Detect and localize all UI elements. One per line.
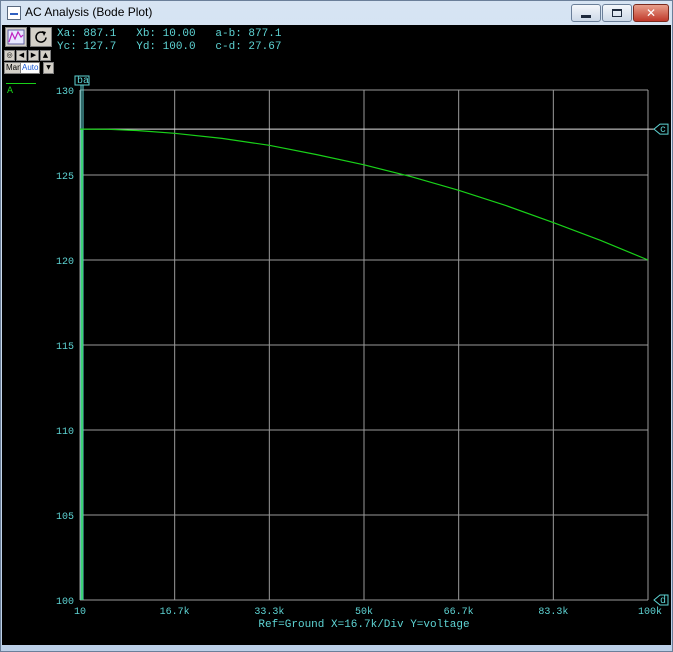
title-bar[interactable]: AC Analysis (Bode Plot) ✕ xyxy=(1,1,672,25)
app-icon xyxy=(7,6,21,20)
x-tick-label: 83.3k xyxy=(538,606,568,618)
cursor-d-label: d xyxy=(660,595,666,607)
x-tick-label: 10 xyxy=(74,607,86,618)
x-tick-label: 50k xyxy=(355,606,373,618)
y-tick-label: 100 xyxy=(56,597,74,608)
close-button[interactable]: ✕ xyxy=(633,4,669,22)
y-tick-label: 130 xyxy=(56,87,74,98)
plot-client-area: ◎ ◀ ▶ ▲ Man Auto ▼ Xa: 887.1 Xb: 10.00 a… xyxy=(2,25,671,645)
maximize-button[interactable] xyxy=(602,4,632,22)
bode-plot-chart[interactable]: 10 16.7k 33.3k 50k 66.7k 83.3k 100k 130 125 120 11… xyxy=(2,25,671,645)
y-tick-label: 120 xyxy=(56,257,74,268)
x-tick-label: 33.3k xyxy=(254,606,284,618)
cursor-a-label: ba xyxy=(77,75,89,87)
minimize-icon xyxy=(581,14,591,18)
window-title: AC Analysis (Bode Plot) xyxy=(25,5,153,19)
y-tick-label: 115 xyxy=(56,342,74,353)
x-tick-label: 66.7k xyxy=(444,606,474,618)
y-tick-label: 110 xyxy=(56,427,74,438)
maximize-icon xyxy=(612,9,622,17)
axis-footer-label: Ref=Ground X=16.7k/Div Y=voltage xyxy=(258,619,469,631)
y-tick-label: 125 xyxy=(56,172,74,183)
y-tick-label: 105 xyxy=(56,512,74,523)
cursor-c-label: c xyxy=(660,125,666,136)
x-tick-label: 100k xyxy=(638,606,662,618)
close-icon: ✕ xyxy=(645,6,657,20)
x-tick-label: 16.7k xyxy=(160,606,190,618)
bode-plot-window: AC Analysis (Bode Plot) ✕ ◎ ◀ ▶ ▲ Man Au… xyxy=(0,0,673,652)
minimize-button[interactable] xyxy=(571,4,601,22)
